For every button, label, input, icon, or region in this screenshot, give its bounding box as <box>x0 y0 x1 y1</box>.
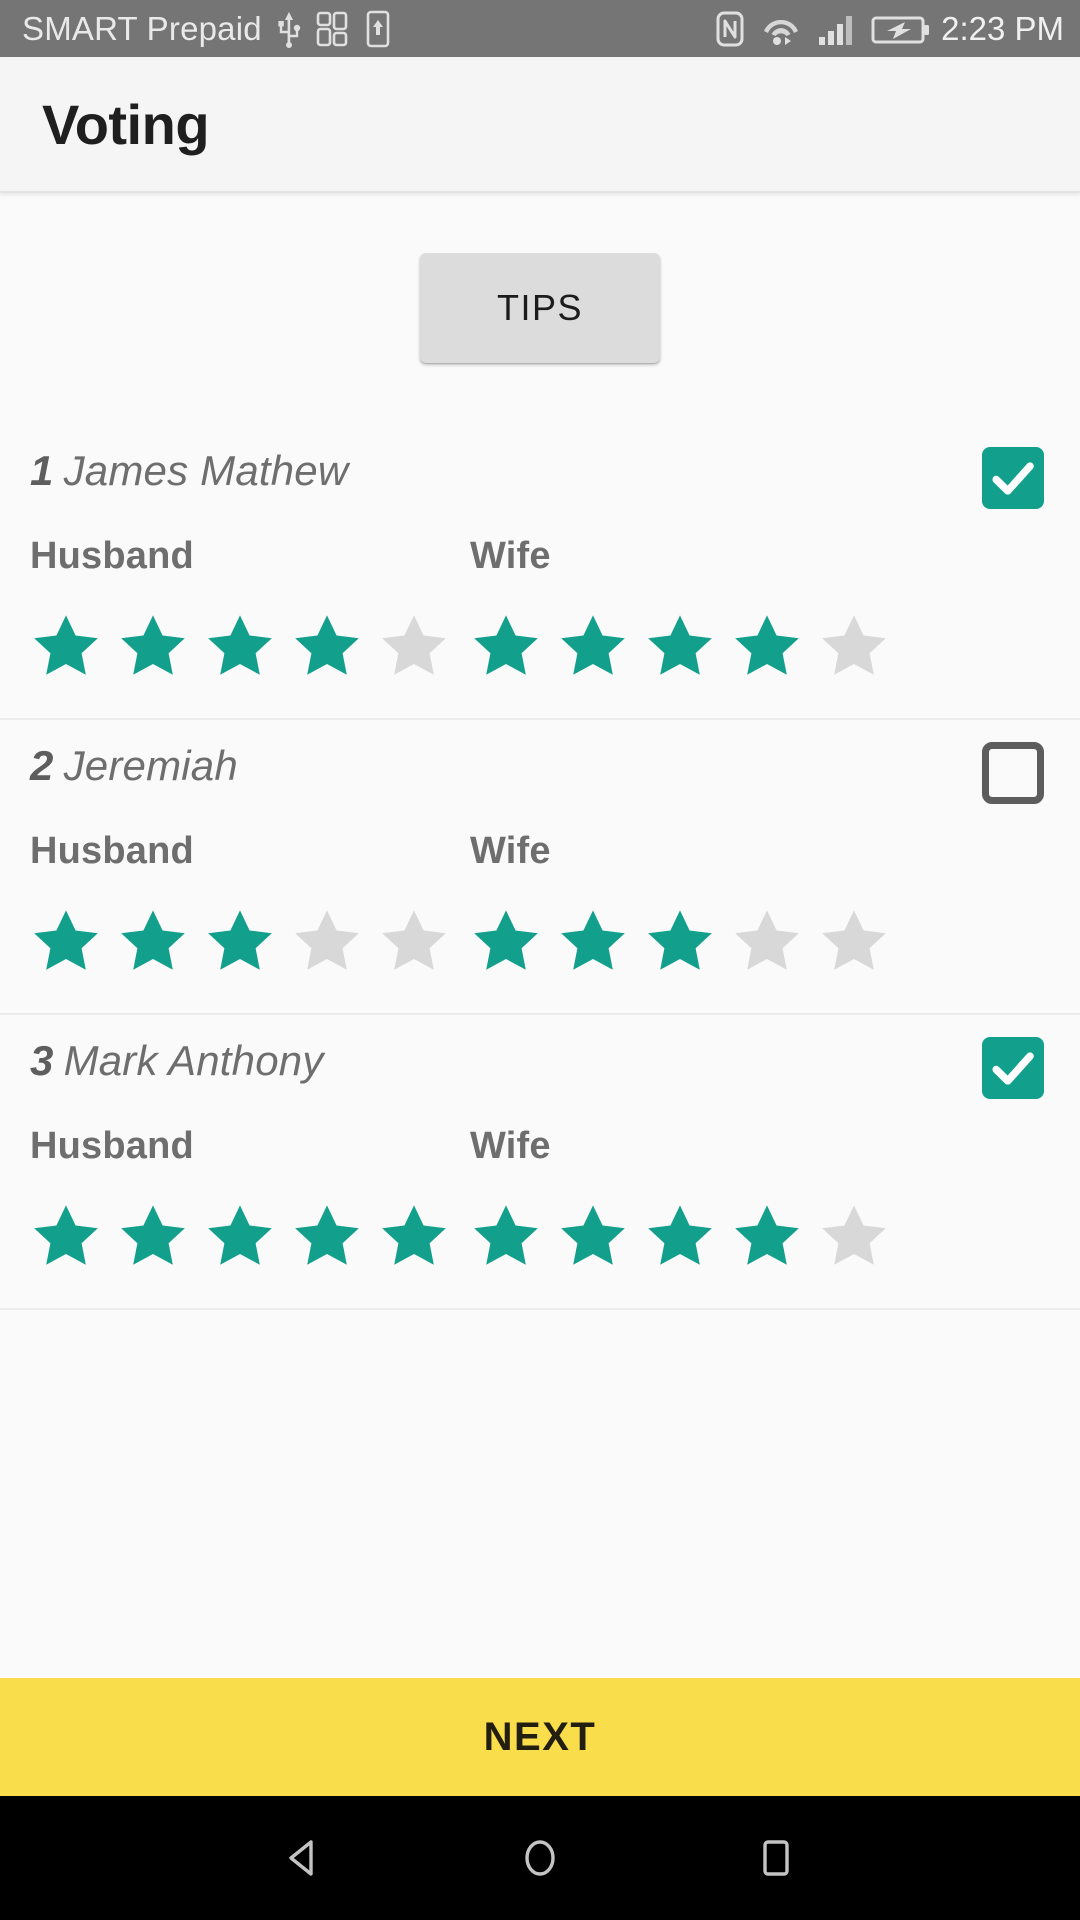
candidate-header: 2 Jeremiah <box>0 720 1080 804</box>
wifi-icon <box>759 10 803 48</box>
cast-screen-icon <box>364 10 392 48</box>
role-column: Husband <box>30 535 470 718</box>
star-filled-icon[interactable] <box>291 610 363 682</box>
star-filled-icon[interactable] <box>378 1200 450 1272</box>
star-filled-icon[interactable] <box>557 610 629 682</box>
role-label: Wife <box>470 1125 551 1167</box>
star-empty-icon[interactable] <box>731 905 803 977</box>
star-filled-icon[interactable] <box>117 905 189 977</box>
star-filled-icon[interactable] <box>644 1200 716 1272</box>
apps-grid-icon <box>316 10 350 48</box>
star-filled-icon[interactable] <box>470 1200 542 1272</box>
candidate-name: 3 Mark Anthony <box>30 1037 324 1085</box>
app-bar: Voting <box>0 57 1080 193</box>
system-navigation-bar <box>0 1796 1080 1920</box>
role-column: Wife <box>470 535 910 718</box>
candidate-checkbox-unchecked[interactable] <box>982 742 1044 804</box>
star-filled-icon[interactable] <box>731 1200 803 1272</box>
star-filled-icon[interactable] <box>117 1200 189 1272</box>
star-empty-icon[interactable] <box>378 610 450 682</box>
candidate-row[interactable]: 3 Mark Anthony Husband Wife <box>0 1015 1080 1310</box>
star-filled-icon[interactable] <box>30 905 102 977</box>
check-icon <box>992 1052 1034 1085</box>
home-icon[interactable] <box>512 1830 568 1886</box>
star-filled-icon[interactable] <box>204 905 276 977</box>
star-filled-icon[interactable] <box>117 610 189 682</box>
carrier-label: SMART Prepaid <box>22 9 262 47</box>
battery-charging-icon <box>871 10 931 48</box>
role-label: Wife <box>470 535 551 577</box>
app-screen: SMART Prepaid 2:23 PM Voting TIPS 1 Jame… <box>0 0 1080 1920</box>
star-empty-icon[interactable] <box>291 905 363 977</box>
star-filled-icon[interactable] <box>30 610 102 682</box>
star-empty-icon[interactable] <box>818 1200 890 1272</box>
usb-icon <box>276 10 302 48</box>
star-filled-icon[interactable] <box>30 1200 102 1272</box>
candidate-header: 1 James Mathew <box>0 425 1080 509</box>
candidate-name: 2 Jeremiah <box>30 742 238 790</box>
role-label: Husband <box>30 1125 194 1167</box>
star-empty-icon[interactable] <box>818 905 890 977</box>
rating-stars[interactable] <box>30 905 470 1013</box>
rating-stars[interactable] <box>30 1200 470 1308</box>
rating-stars[interactable] <box>470 610 910 718</box>
star-filled-icon[interactable] <box>644 610 716 682</box>
rating-stars[interactable] <box>470 905 910 1013</box>
candidate-rows: 1 James Mathew Husband Wife 2 Jeremiah Husband… <box>0 425 1080 1310</box>
next-button[interactable]: NEXT <box>0 1678 1080 1796</box>
star-filled-icon[interactable] <box>470 905 542 977</box>
candidate-name-text: James Mathew <box>63 447 349 494</box>
page-title: Voting <box>42 92 210 156</box>
candidate-roles: Husband Wife <box>0 804 1080 1013</box>
candidate-number: 2 <box>30 742 54 789</box>
candidate-checkbox-checked[interactable] <box>982 1037 1044 1099</box>
voting-list: TIPS 1 James Mathew Husband Wife 2 Jeremiah Hu… <box>0 193 1080 1678</box>
role-label: Wife <box>470 830 551 872</box>
recents-icon[interactable] <box>748 1830 804 1886</box>
star-filled-icon[interactable] <box>644 905 716 977</box>
nfc-icon <box>715 10 745 48</box>
candidate-header: 3 Mark Anthony <box>0 1015 1080 1099</box>
check-icon <box>992 462 1034 495</box>
star-filled-icon[interactable] <box>204 610 276 682</box>
status-bar-right: 2:23 PM <box>701 10 1064 48</box>
star-filled-icon[interactable] <box>470 610 542 682</box>
candidate-name-text: Mark Anthony <box>63 1037 324 1084</box>
candidate-row[interactable]: 1 James Mathew Husband Wife <box>0 425 1080 720</box>
candidate-row[interactable]: 2 Jeremiah Husband Wife <box>0 720 1080 1015</box>
candidate-name-text: Jeremiah <box>63 742 238 789</box>
role-column: Wife <box>470 830 910 1013</box>
back-icon[interactable] <box>276 1830 332 1886</box>
star-filled-icon[interactable] <box>204 1200 276 1272</box>
candidate-number: 1 <box>30 447 54 494</box>
candidate-number: 3 <box>30 1037 54 1084</box>
candidate-checkbox-checked[interactable] <box>982 447 1044 509</box>
rating-stars[interactable] <box>470 1200 910 1308</box>
candidate-name: 1 James Mathew <box>30 447 348 495</box>
role-column: Husband <box>30 1125 470 1308</box>
role-column: Husband <box>30 830 470 1013</box>
clock-label: 2:23 PM <box>941 9 1064 47</box>
candidate-roles: Husband Wife <box>0 1099 1080 1308</box>
cellular-signal-icon <box>817 10 857 48</box>
tips-button-container: TIPS <box>0 193 1080 425</box>
role-label: Husband <box>30 535 194 577</box>
rating-stars[interactable] <box>30 610 470 718</box>
status-bar-left: SMART Prepaid <box>22 10 392 48</box>
star-filled-icon[interactable] <box>731 610 803 682</box>
star-empty-icon[interactable] <box>378 905 450 977</box>
star-filled-icon[interactable] <box>291 1200 363 1272</box>
star-filled-icon[interactable] <box>557 1200 629 1272</box>
role-label: Husband <box>30 830 194 872</box>
status-bar: SMART Prepaid 2:23 PM <box>0 0 1080 57</box>
role-column: Wife <box>470 1125 910 1308</box>
candidate-roles: Husband Wife <box>0 509 1080 718</box>
star-empty-icon[interactable] <box>818 610 890 682</box>
tips-button[interactable]: TIPS <box>420 253 660 363</box>
star-filled-icon[interactable] <box>557 905 629 977</box>
